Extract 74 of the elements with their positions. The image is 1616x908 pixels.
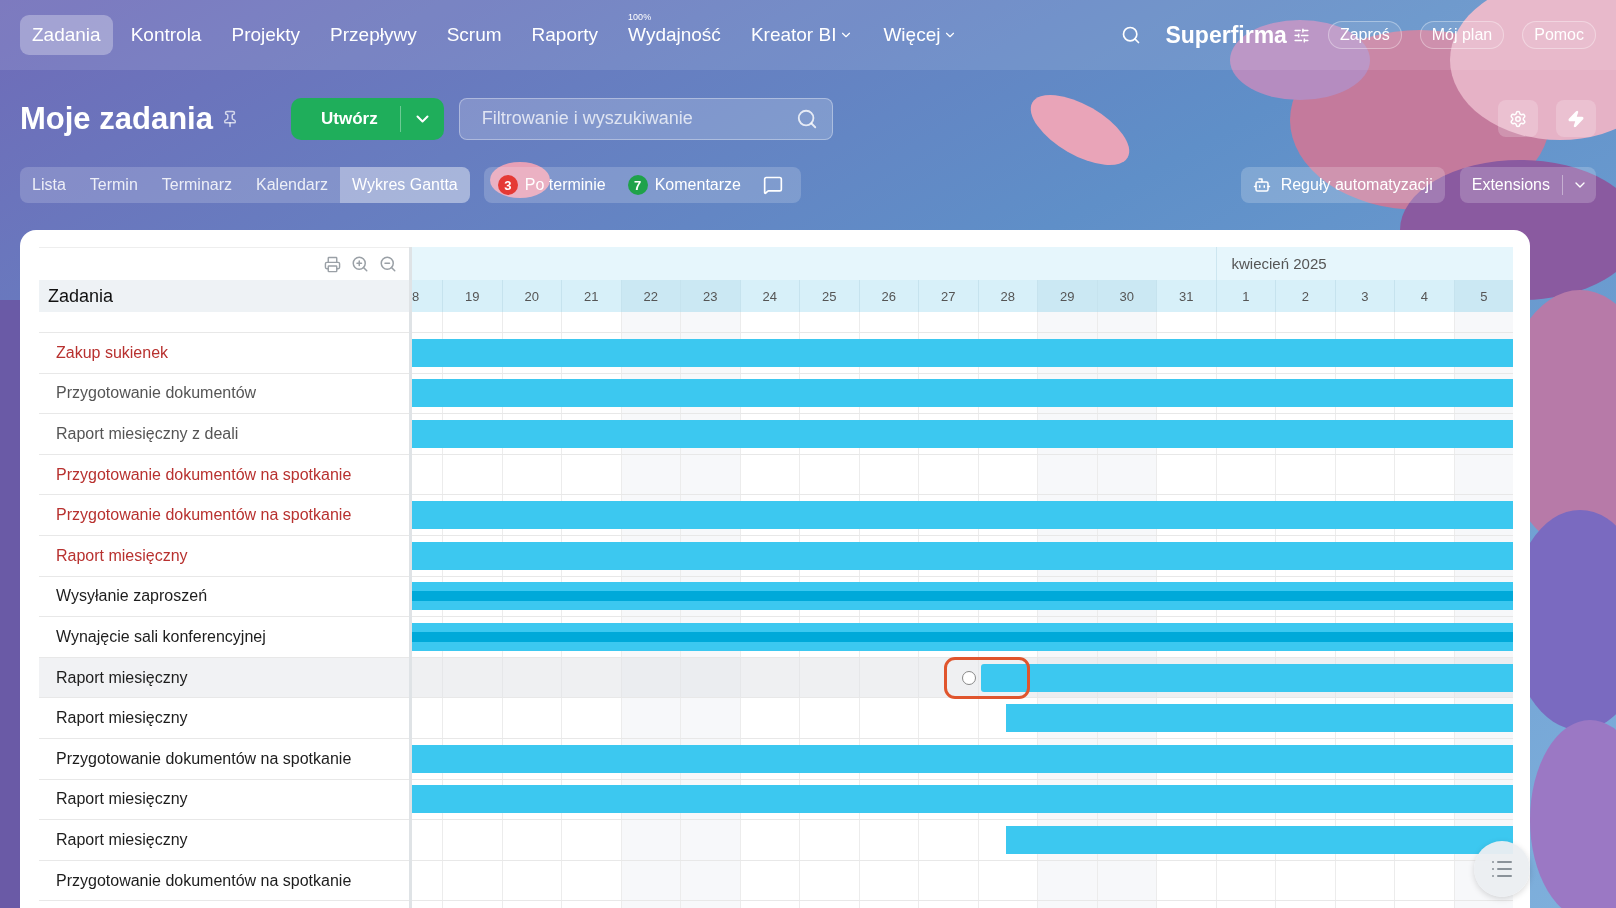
summary-bar[interactable] [412, 622, 1513, 651]
day-header: 1 [1215, 280, 1275, 312]
task-title[interactable]: Raport miesięczny [56, 709, 188, 728]
task-title[interactable]: Przygotowanie dokumentów na spotkanie [56, 465, 352, 484]
day-header: 2 [1275, 280, 1335, 312]
day-header: 31 [1156, 280, 1216, 312]
task-title[interactable]: Raport miesięczny [56, 668, 188, 687]
day-header: 24 [739, 280, 799, 312]
day-header: 22 [620, 280, 680, 312]
nav-tab[interactable]: Raporty [519, 15, 611, 55]
robot-icon [1252, 176, 1271, 194]
task-bar[interactable] [412, 338, 1513, 367]
percent-label: 100% [628, 12, 652, 22]
print-icon[interactable] [324, 255, 341, 273]
task-title[interactable]: Przygotowanie dokumentów na spotkanie [56, 506, 352, 525]
nav-tab[interactable]: Projekty [219, 15, 313, 55]
task-title[interactable]: Zakup sukienek [56, 343, 169, 362]
task-bar[interactable] [1005, 825, 1513, 854]
settings-icon [1509, 109, 1527, 128]
task-title[interactable]: Raport miesięczny [56, 546, 188, 565]
task-bar[interactable] [412, 785, 1513, 814]
task-bar[interactable] [412, 541, 1513, 570]
day-header: 19 [442, 280, 502, 312]
day-header: 28 [977, 280, 1037, 312]
day-header: 26 [858, 280, 918, 312]
task-bar[interactable] [981, 663, 1513, 692]
search-icon [795, 107, 818, 130]
nav-tab[interactable]: Kreator BI [738, 15, 866, 55]
page-title: Moje zadania [20, 100, 213, 137]
task-title[interactable]: Wysyłanie zaproszeń [56, 587, 208, 606]
day-header: 21 [561, 280, 621, 312]
chat-icon[interactable] [762, 175, 783, 195]
task-bar[interactable] [412, 501, 1513, 530]
day-header: 29 [1037, 280, 1097, 312]
task-bar[interactable] [412, 744, 1513, 773]
task-title[interactable]: Raport miesięczny [56, 790, 188, 809]
company-name: Superfirma [1165, 21, 1287, 49]
day-header: 8 [412, 280, 442, 312]
search-field[interactable]: Filtrowanie i wyszukiwanie [458, 97, 833, 140]
day-header: 30 [1096, 280, 1156, 312]
day-header: 3 [1334, 280, 1394, 312]
nav-tab[interactable]: Przepływy [318, 15, 429, 55]
day-header: 4 [1394, 280, 1454, 312]
nav-tab[interactable]: Więcej [871, 15, 970, 55]
task-bar[interactable] [1005, 704, 1513, 733]
zoom-out-icon[interactable] [379, 255, 397, 273]
bolt-button[interactable] [1556, 100, 1596, 137]
day-header: 27 [918, 280, 978, 312]
bolt-icon [1567, 109, 1585, 128]
day-header: 20 [501, 280, 561, 312]
day-header: 25 [799, 280, 859, 312]
task-title[interactable]: Przygotowanie dokumentów na spotkanie [56, 749, 352, 768]
search-icon[interactable] [1121, 25, 1142, 45]
summary-bar[interactable] [412, 582, 1513, 611]
day-header: 5 [1453, 280, 1513, 312]
task-row[interactable]: Raport miesięczny [39, 657, 409, 699]
task-title[interactable]: Raport miesięczny [56, 830, 188, 849]
settings-button[interactable] [1498, 100, 1538, 137]
task-title[interactable]: Raport miesięczny z deali [56, 425, 239, 443]
status-circle[interactable] [962, 670, 976, 685]
sliders-icon[interactable] [1292, 26, 1310, 44]
task-bar[interactable] [412, 379, 1513, 408]
nav-tab[interactable]: Scrum [434, 15, 514, 55]
chevron-down-icon [415, 114, 429, 123]
task-title[interactable]: Przygotowanie dokumentów [56, 384, 257, 403]
task-title[interactable]: Wynajęcie sali konferencyjnej [56, 627, 266, 646]
search-input[interactable]: Filtrowanie i wyszukiwanie [479, 107, 796, 130]
day-header: 23 [680, 280, 740, 312]
zoom-in-icon[interactable] [351, 255, 369, 273]
task-title[interactable]: Przygotowanie dokumentów na spotkanie [56, 871, 352, 890]
column-header: Zadania [39, 280, 409, 312]
nav-tab[interactable]: Wydajność 100% [616, 15, 733, 55]
nav-tab[interactable]: Kontrola [118, 15, 214, 55]
month-label: kwiecień 2025 [1231, 255, 1327, 272]
